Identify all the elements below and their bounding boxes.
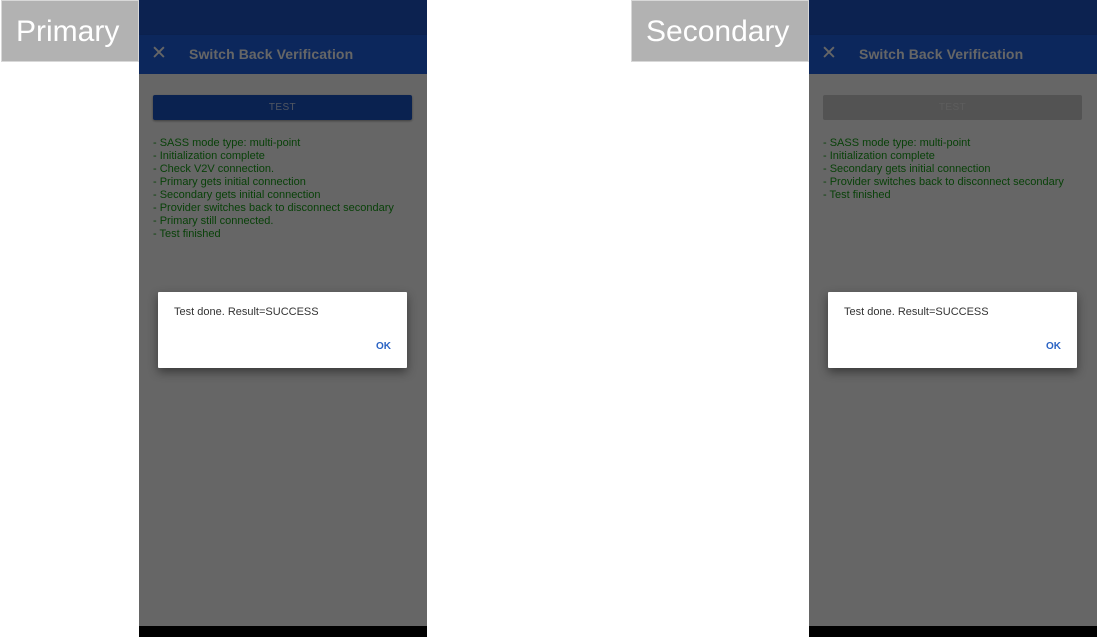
dialog-message: Test done. Result=SUCCESS xyxy=(174,306,319,318)
navigation-bar xyxy=(139,626,427,637)
secondary-phone-screen: ✕ Switch Back Verification TEST - SASS m… xyxy=(809,0,1097,637)
result-dialog: Test done. Result=SUCCESS OK xyxy=(828,292,1077,368)
primary-device-label: Primary xyxy=(1,0,139,62)
dialog-ok-button[interactable]: OK xyxy=(376,341,391,352)
result-dialog: Test done. Result=SUCCESS OK xyxy=(158,292,407,368)
dialog-ok-button[interactable]: OK xyxy=(1046,341,1061,352)
primary-phone-screen: ✕ Switch Back Verification TEST - SASS m… xyxy=(139,0,427,637)
dialog-message: Test done. Result=SUCCESS xyxy=(844,306,989,318)
navigation-bar xyxy=(809,626,1097,637)
secondary-device-label: Secondary xyxy=(631,0,809,62)
